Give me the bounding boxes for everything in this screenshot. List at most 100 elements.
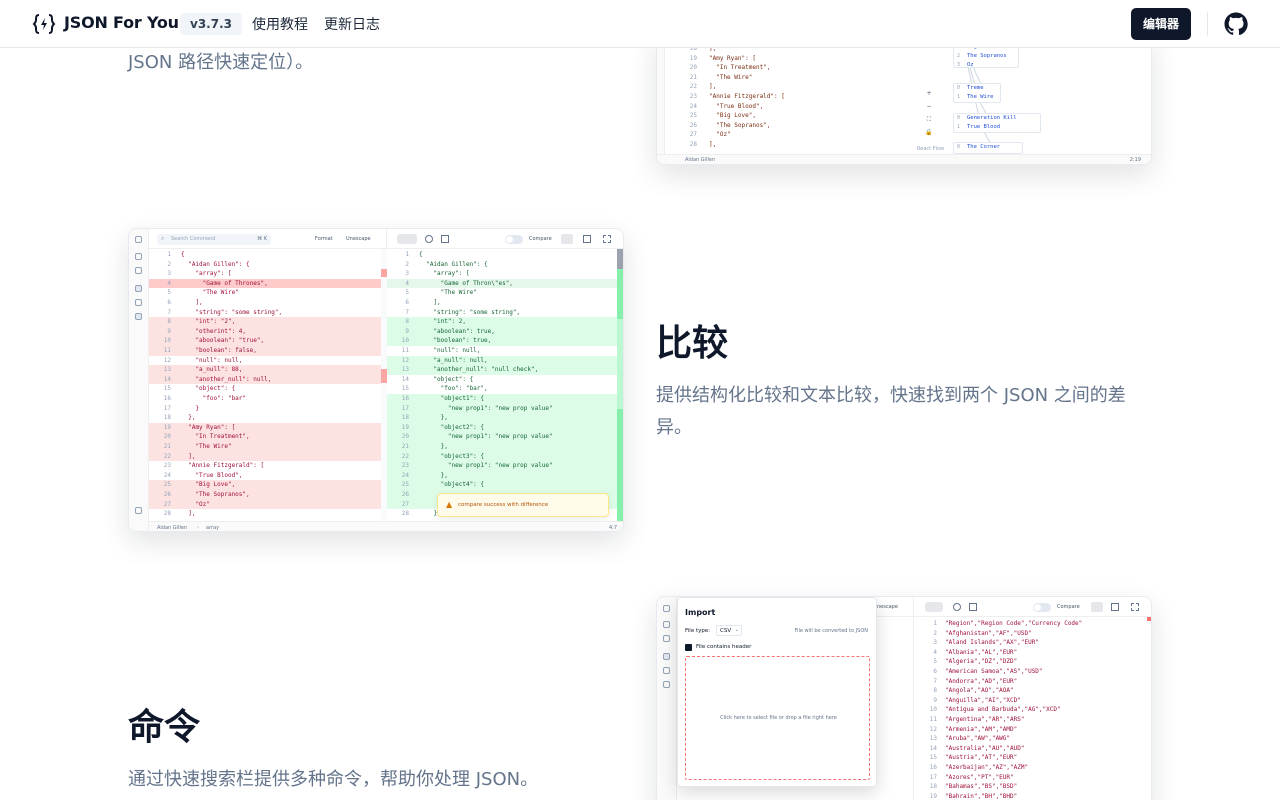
top-header: JSON For You v3.7.3 使用教程 更新日志 编辑器: [0, 0, 1280, 48]
text-mode-icon[interactable]: [397, 234, 417, 244]
lock-icon[interactable]: 🔒: [923, 129, 935, 142]
code-line: "Azerbaijan","AZ","AZM": [945, 764, 1029, 771]
code-line: "object3": {: [419, 452, 485, 460]
command-section-title: 命令: [128, 707, 201, 748]
swap-icon[interactable]: [1111, 603, 1119, 611]
line-number: 6: [405, 299, 409, 306]
line-number: 21: [689, 73, 697, 81]
logo-text[interactable]: JSON For You: [64, 13, 179, 32]
code-line: "a_null": 88,: [181, 366, 243, 374]
line-number: 5: [405, 289, 409, 297]
logo-icon[interactable]: [32, 12, 56, 36]
compare-label: Compare: [1057, 604, 1080, 610]
file-type-select[interactable]: CSV ⌄: [716, 625, 742, 636]
code-line: "int": 2,: [419, 318, 466, 326]
compare-toggle[interactable]: [1033, 603, 1051, 612]
unescape-button[interactable]: nescape: [877, 604, 898, 610]
line-number: 28: [163, 510, 171, 518]
version-badge: v3.7.3: [180, 13, 242, 35]
compare-toggle[interactable]: [505, 235, 523, 244]
zoom-in-icon[interactable]: +: [923, 90, 935, 103]
magic-icon[interactable]: [425, 235, 433, 243]
pane-divider: [913, 617, 914, 800]
line-number: 13: [163, 366, 171, 374]
file-type-label: File type:: [685, 628, 711, 634]
code-line: "The Wire": [709, 73, 753, 81]
download-icon[interactable]: [135, 267, 142, 274]
file-icon[interactable]: [135, 253, 142, 260]
split-view-icon[interactable]: [561, 234, 573, 244]
compare-label: Compare: [529, 236, 552, 242]
magic-icon[interactable]: [953, 603, 961, 611]
code-line: "Aidan Gillen": {: [419, 260, 488, 268]
tree-view-icon[interactable]: [663, 667, 670, 674]
line-number: 9: [405, 327, 409, 335]
toolbar-divider: [913, 597, 914, 617]
code-line: "null": null,: [181, 356, 243, 364]
line-number: 19: [689, 54, 697, 62]
text-mode-icon[interactable]: [925, 602, 943, 612]
line-number: 18: [401, 414, 409, 422]
tree-view-icon[interactable]: [135, 299, 142, 306]
line-number: 3: [933, 639, 937, 647]
editor-toolbar: ⌕ Search Command ⌘ K Format Unescape Com…: [149, 229, 623, 249]
code-line: "Andorra","AD","EUR": [945, 677, 1018, 685]
table-icon[interactable]: [441, 235, 449, 243]
table-icon[interactable]: [969, 603, 977, 611]
swap-icon[interactable]: [583, 235, 591, 243]
graph-node-label: The Sopranos: [967, 53, 1007, 59]
code-line: "string": "some string",: [419, 308, 521, 316]
header-checkbox[interactable]: [685, 644, 692, 651]
code-line: ],: [181, 452, 196, 460]
download-icon[interactable]: [663, 635, 670, 642]
code-line: ],: [419, 299, 441, 306]
graph-view-icon[interactable]: [135, 313, 142, 320]
fit-view-icon[interactable]: ⛶: [923, 116, 935, 129]
graph-node-label: The Corner: [967, 144, 1001, 150]
code-line: "foo": "bar": [181, 395, 247, 402]
line-number: 17: [163, 404, 171, 412]
fullscreen-icon[interactable]: [1131, 603, 1139, 611]
graph-node-index: 2: [957, 53, 961, 59]
file-icon[interactable]: [663, 621, 670, 628]
editor-button[interactable]: 编辑器: [1131, 8, 1191, 40]
code-line: "Armenia","AM","AMD": [945, 725, 1018, 733]
search-command-input[interactable]: ⌕ Search Command ⌘ K: [157, 234, 271, 245]
file-drop-zone[interactable]: Click here to select file or drop a file…: [685, 656, 870, 780]
react-flow-attribution: React Flow: [917, 146, 945, 152]
code-line: "new prop1": "new prop value": [419, 404, 553, 412]
line-number: 8: [933, 687, 937, 695]
format-button[interactable]: Format: [315, 236, 333, 242]
text-view-icon[interactable]: [135, 285, 142, 292]
line-number: 4: [933, 648, 937, 656]
unescape-button[interactable]: Unescape: [346, 236, 371, 242]
code-line: {: [181, 251, 185, 258]
nav-changelog[interactable]: 更新日志: [324, 14, 380, 34]
line-number: 20: [689, 64, 697, 72]
split-view-icon[interactable]: [1091, 602, 1103, 612]
status-cursor: 2:19: [1129, 157, 1141, 163]
nav-tutorial[interactable]: 使用教程: [252, 14, 308, 34]
chat-icon[interactable]: [135, 507, 142, 514]
graph-node-index: 0: [957, 115, 961, 121]
command-icon[interactable]: [135, 236, 142, 243]
line-number: 20: [163, 433, 171, 441]
fullscreen-icon[interactable]: [603, 235, 611, 243]
code-line: "Aruba","AW","AWG": [945, 735, 1011, 743]
line-number: 17: [929, 773, 937, 781]
code-line: "Annie Fitzgerald": [: [709, 93, 785, 100]
code-line: "The Wire": [181, 289, 239, 297]
file-type-value: CSV: [720, 628, 732, 634]
line-number: 19: [163, 423, 171, 431]
zoom-out-icon[interactable]: −: [923, 103, 935, 116]
graph-view-icon[interactable]: [663, 681, 670, 688]
github-icon[interactable]: [1224, 12, 1248, 36]
code-line: "object": {: [419, 375, 474, 383]
line-number: 25: [163, 481, 171, 489]
compare-section-desc-line2: 异。: [656, 417, 692, 438]
code-line: }: [419, 510, 438, 518]
command-icon[interactable]: [663, 605, 670, 612]
text-view-icon[interactable]: [663, 653, 670, 660]
line-number: 7: [405, 308, 409, 316]
drop-zone-text: Click here to select file or drop a file…: [720, 715, 837, 721]
